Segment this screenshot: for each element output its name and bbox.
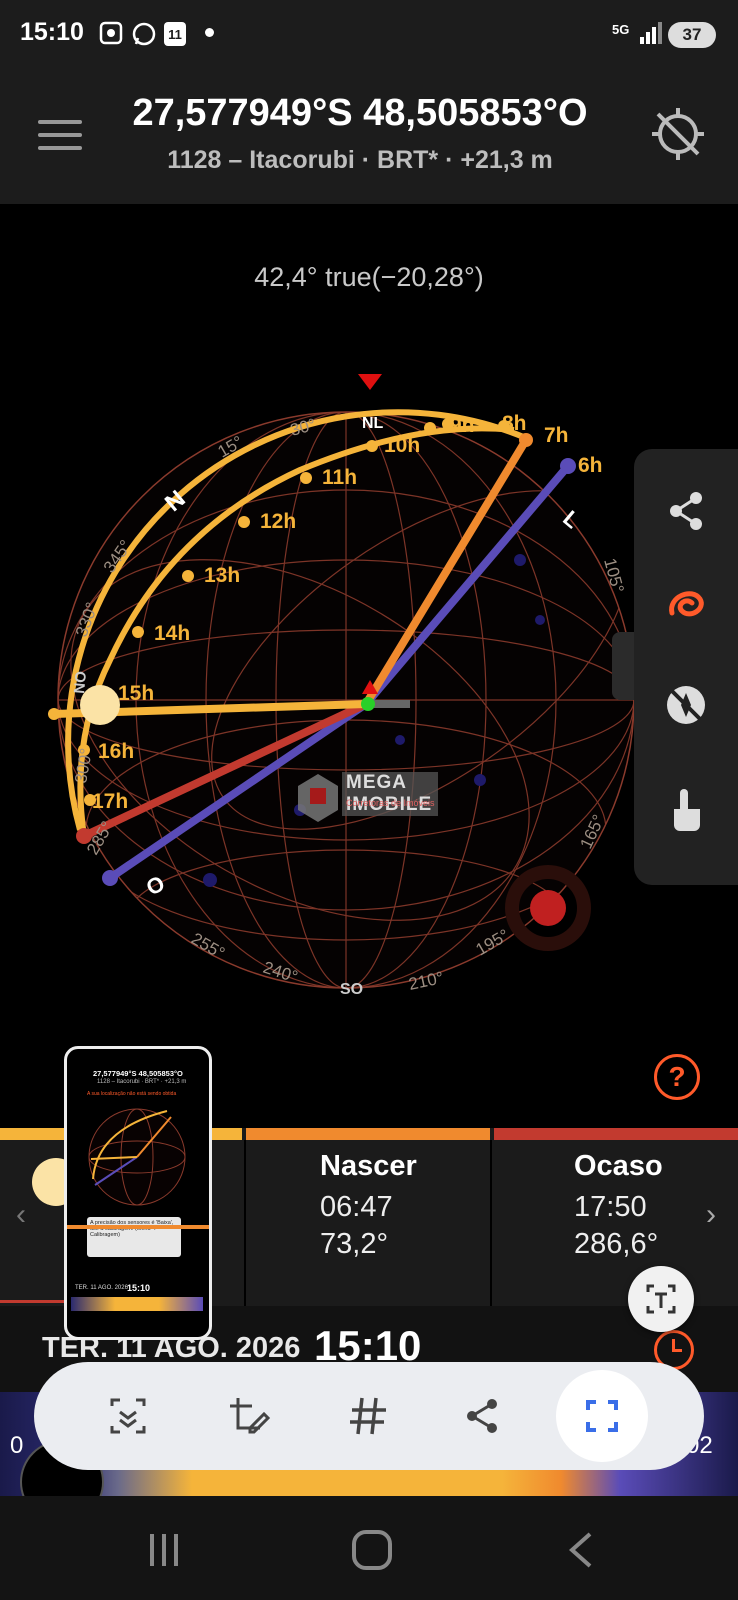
text-extract-button[interactable] [628,1266,694,1332]
panel-divider [244,1140,246,1306]
screenshot-icon [98,20,124,52]
hashtag-icon[interactable] [336,1384,400,1448]
touch-icon[interactable] [664,785,708,831]
crop-edit-icon[interactable] [216,1384,280,1448]
hour-label: 13h [204,564,240,587]
screenshot-toolbar [34,1362,704,1470]
system-nav-bar [0,1496,738,1600]
hour-label: 7h [544,424,569,447]
bearing-readout: 42,4° true(−20,28°) [254,262,484,292]
timeline-left-hint: 0 [10,1432,24,1459]
hour-label: 10h [384,434,420,457]
back-icon[interactable] [564,1530,596,1575]
app-header [0,70,738,204]
battery-indicator: 37 [668,22,716,48]
notification-dot-icon [205,28,214,37]
whatsapp-icon [130,20,158,54]
gps-off-icon[interactable] [648,104,708,169]
hour-label: 6h [578,454,603,477]
status-time: 15:10 [20,18,84,46]
hour-label: 14h [154,622,190,645]
sunset-title: Ocaso [574,1150,663,1182]
band-sunset [494,1128,738,1140]
smart-select-button[interactable] [556,1370,648,1462]
home-icon[interactable] [350,1528,394,1577]
hour-label: 16h [98,740,134,763]
svg-text:SO: SO [340,981,363,998]
hour-label: 9h [450,414,475,437]
compass-off-icon[interactable] [664,683,708,727]
hour-label: 12h [260,510,296,533]
screenshot-thumbnail[interactable]: 27,577949°S 48,505853°O 1128 – Itacorubi… [64,1046,212,1340]
hour-label: 17h [92,790,128,813]
location-subtitle[interactable]: 1128 – Itacorubi · BRT* · +21,3 m [100,146,620,175]
sunrise-time: 06:47 [320,1191,393,1223]
recent-apps-icon[interactable] [146,1530,186,1575]
sunrise-title: Nascer [320,1150,417,1182]
chevron-right-icon[interactable]: › [706,1198,716,1232]
status-bar: 15:10 11 5G 37 [0,0,738,70]
panel-divider [490,1140,492,1306]
chevron-left-icon[interactable]: ‹ [16,1198,26,1232]
sun-path-sphere[interactable]: 6h 7h 8h 9h 10h 11h 12h 13h 14h 15h 16h … [0,360,640,1040]
share-capture-icon[interactable] [450,1384,514,1448]
help-icon[interactable]: ? [654,1054,700,1100]
watermark-logo: MEGA IMOBILE Corretoras de Imóveis [296,764,442,824]
coordinates-title[interactable]: 27,577949°S 48,505853°O [100,92,620,135]
spiral-icon[interactable] [664,583,708,627]
sunset-time: 17:50 [574,1191,647,1223]
scroll-capture-icon[interactable] [96,1384,160,1448]
menu-icon[interactable] [38,120,82,159]
sunrise-column[interactable]: Nascer 06:47 73,2° [320,1150,417,1265]
north-marker-triangle [358,374,382,390]
sunrise-azimuth: 73,2° [320,1228,389,1260]
network-type: 5G [612,22,630,37]
signal-icon [640,22,664,49]
sunset-column[interactable]: Ocaso 17:50 286,6° [574,1150,663,1265]
hour-label: 15h [118,682,154,705]
hour-label: 8h [502,412,527,435]
hour-label: 11h [322,466,357,489]
north-label: NL [362,415,384,432]
share-icon[interactable] [664,489,708,533]
band-sunrise [246,1128,490,1140]
sunset-azimuth: 286,6° [574,1228,659,1260]
side-toolbar [634,449,738,885]
toolbar-handle[interactable] [612,632,634,700]
svg-text:NO: NO [71,670,90,694]
calendar-icon: 11 [164,22,186,46]
